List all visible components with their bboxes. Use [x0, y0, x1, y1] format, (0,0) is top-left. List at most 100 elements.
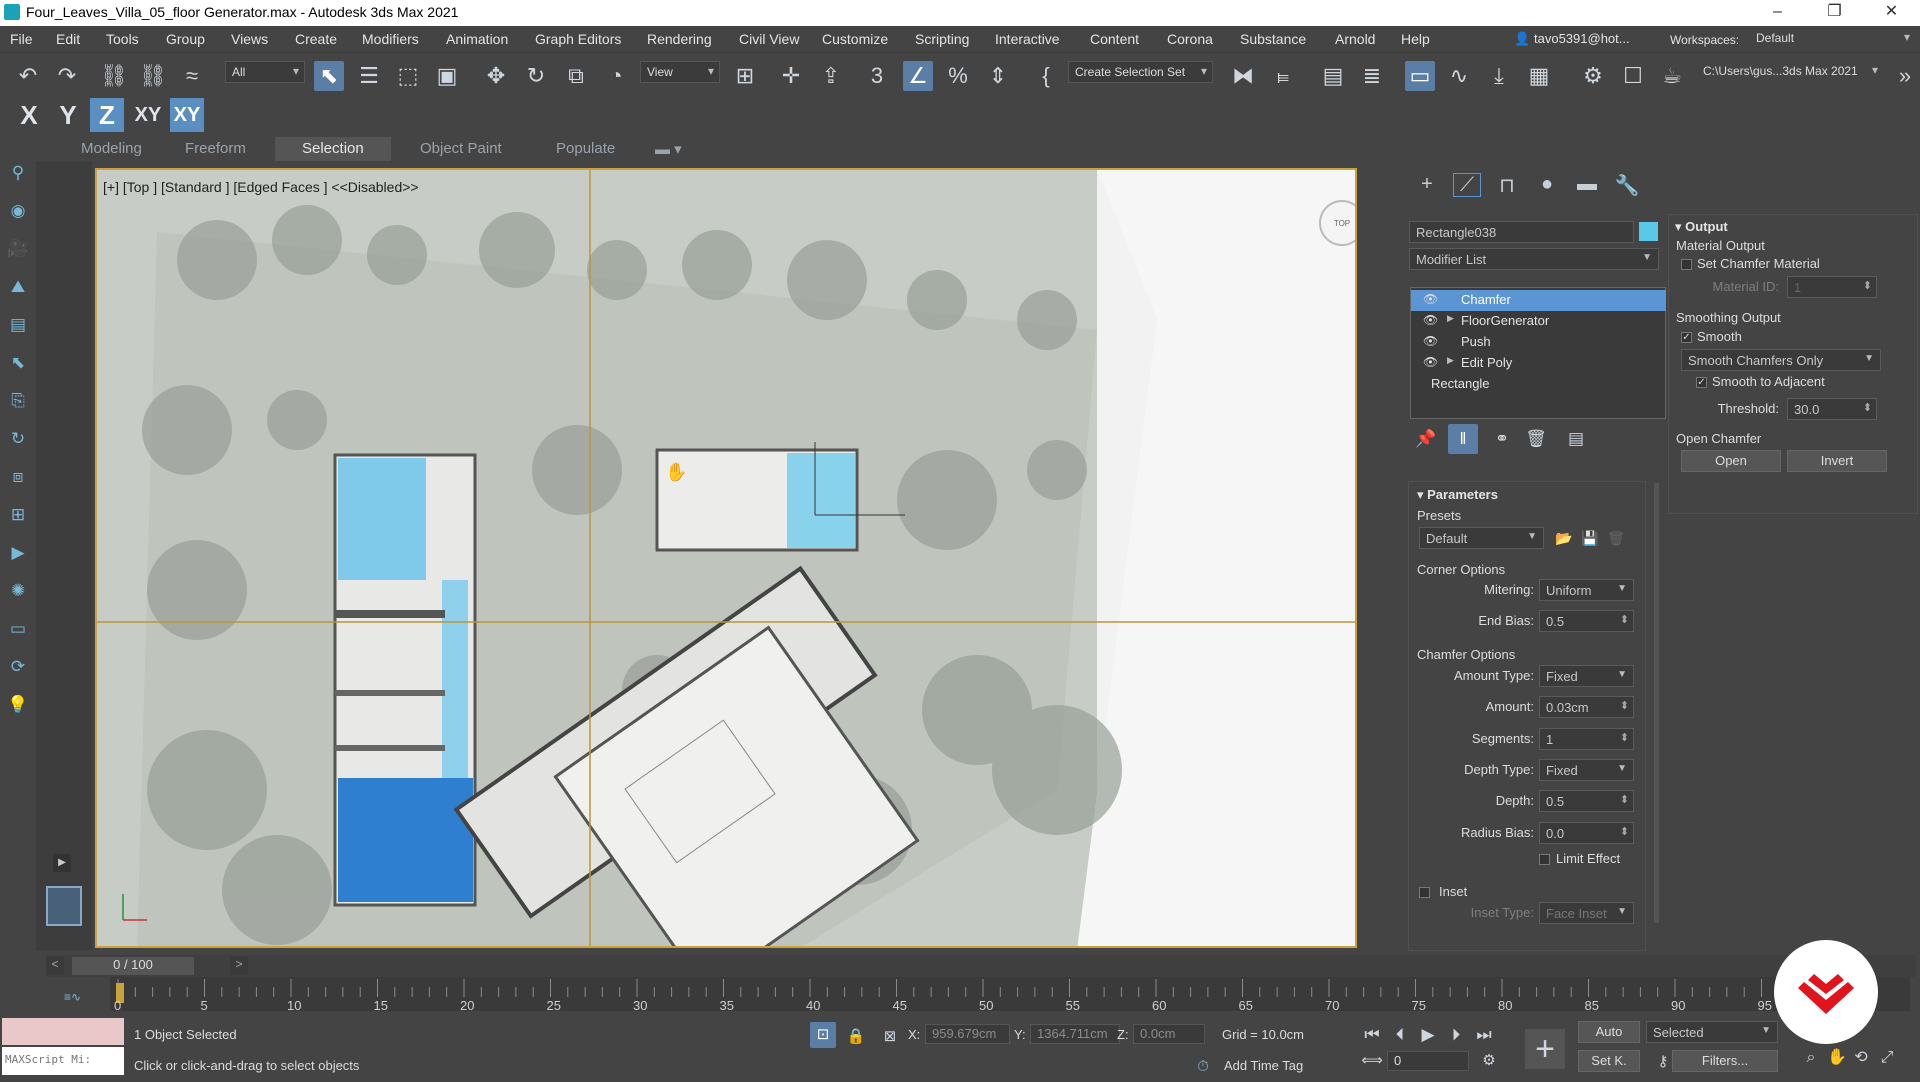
open-button[interactable]: Open: [1681, 450, 1781, 472]
menu-graph-editors[interactable]: Graph Editors: [535, 31, 621, 47]
stack-item-floorgenerator[interactable]: 👁 ▶ FloorGenerator: [1411, 311, 1666, 332]
menu-civil-view[interactable]: Civil View: [739, 31, 799, 47]
rotate-view-icon[interactable]: ↻: [7, 429, 29, 451]
modify-tab-icon[interactable]: ⟋: [1453, 173, 1481, 197]
more-tools-icon[interactable]: »: [1890, 61, 1920, 91]
viewport-layout-thumbnail[interactable]: [46, 886, 82, 926]
selection-lock-icon[interactable]: 🔒: [846, 1022, 866, 1052]
menu-substance[interactable]: Substance: [1240, 31, 1306, 47]
user-account[interactable]: tavo5391@hot...: [1534, 31, 1630, 46]
select-icon[interactable]: ◉: [7, 201, 29, 223]
expand-icon[interactable]: ▶: [1447, 313, 1454, 324]
eye-icon[interactable]: 👁: [1423, 355, 1438, 369]
window-crossing-icon[interactable]: ▣: [432, 61, 462, 91]
pivot-center-icon[interactable]: ⊞: [730, 61, 760, 91]
delete-preset-icon[interactable]: 🗑: [1601, 523, 1631, 553]
align-icon[interactable]: ⫢: [1268, 61, 1298, 91]
x-coordinate-field[interactable]: 959.679cm: [925, 1024, 1010, 1044]
presets-dropdown[interactable]: Default: [1419, 527, 1544, 549]
link-icon[interactable]: ⛓: [99, 61, 129, 91]
prev-frame-icon[interactable]: ⏴: [1385, 1020, 1415, 1050]
named-selection-set-dropdown[interactable]: Create Selection Set: [1068, 61, 1213, 83]
menu-views[interactable]: Views: [231, 31, 268, 47]
tab-modeling[interactable]: Modeling: [81, 140, 142, 157]
maxscript-mini-listener[interactable]: MAXScript Mi:: [2, 1047, 124, 1075]
select-manipulate-icon[interactable]: ✛: [776, 61, 806, 91]
placement-icon[interactable]: ◔: [601, 61, 631, 91]
render-production-icon[interactable]: ☕: [1657, 61, 1687, 91]
minimize-button[interactable]: –: [1749, 0, 1806, 26]
create-icon[interactable]: ⚲: [7, 163, 29, 185]
menu-edit[interactable]: Edit: [56, 31, 80, 47]
image-icon[interactable]: ⧈: [7, 467, 29, 489]
pin-stack-icon[interactable]: 📌: [1411, 424, 1441, 454]
populate-icon[interactable]: ⛰: [7, 277, 29, 299]
make-unique-icon[interactable]: ⚭: [1487, 424, 1517, 454]
show-end-result-icon[interactable]: ‖: [1448, 424, 1478, 454]
rectangular-selection-icon[interactable]: ⬚: [393, 61, 423, 91]
smooth-to-adjacent-checkbox[interactable]: ✓: [1696, 377, 1707, 388]
absolute-mode-icon[interactable]: ⊠: [879, 1022, 901, 1052]
tab-populate[interactable]: Populate: [556, 140, 615, 157]
menu-customize[interactable]: Customize: [822, 31, 888, 47]
configure-modifier-sets-icon[interactable]: ▤: [1561, 424, 1591, 454]
render-icon[interactable]: ▶: [7, 543, 29, 565]
track-bar[interactable]: [110, 977, 1910, 1011]
percent-snap-icon[interactable]: %: [943, 61, 973, 91]
object-color-swatch[interactable]: [1639, 222, 1658, 241]
undo-icon[interactable]: ↶: [13, 61, 43, 91]
curve-editor-icon[interactable]: ∿: [1444, 61, 1474, 91]
rotate-icon[interactable]: ↻: [521, 61, 551, 91]
clipboard-icon[interactable]: ⎘: [7, 391, 29, 413]
next-frame-icon[interactable]: ⏵: [1441, 1020, 1471, 1050]
move-icon[interactable]: ✥: [481, 61, 511, 91]
set-key-icon[interactable]: +: [1525, 1029, 1565, 1069]
menu-content[interactable]: Content: [1090, 31, 1139, 47]
menu-tools[interactable]: Tools: [106, 31, 139, 47]
camera-icon[interactable]: 🎥: [7, 239, 29, 261]
time-marker[interactable]: [116, 983, 124, 1003]
select-object-icon[interactable]: ⬉: [314, 61, 344, 91]
y-coordinate-field[interactable]: 1364.711cm: [1030, 1024, 1120, 1044]
motion-tab-icon[interactable]: ●: [1533, 173, 1561, 197]
reference-coordinate-dropdown[interactable]: View: [640, 61, 720, 83]
key-filter-dropdown[interactable]: Selected: [1646, 1021, 1778, 1043]
amount-spinner[interactable]: 0.03cm: [1539, 696, 1634, 718]
angle-snap-icon[interactable]: ∠: [903, 61, 933, 91]
scene-icon[interactable]: ▤: [7, 315, 29, 337]
unlink-icon[interactable]: ⛓: [138, 61, 168, 91]
frame-display[interactable]: 0 / 100: [72, 957, 194, 975]
depth-type-dropdown[interactable]: Fixed: [1539, 759, 1634, 781]
mitering-dropdown[interactable]: Uniform: [1539, 579, 1634, 601]
menu-corona[interactable]: Corona: [1167, 31, 1213, 47]
object-name-field[interactable]: Rectangle038: [1409, 221, 1634, 243]
scene-explorer-icon[interactable]: ▤: [1318, 61, 1348, 91]
prev-frame-arrow[interactable]: <: [46, 957, 64, 975]
maximize-viewport-icon[interactable]: ⤢: [1872, 1043, 1902, 1073]
stack-item-push[interactable]: 👁 Push: [1411, 332, 1666, 353]
next-frame-arrow[interactable]: >: [230, 957, 248, 975]
menu-help[interactable]: Help: [1401, 31, 1430, 47]
rendered-frame-window-icon[interactable]: ☐: [1618, 61, 1648, 91]
grid-icon[interactable]: ⊞: [7, 505, 29, 527]
add-time-tag[interactable]: Add Time Tag: [1224, 1058, 1303, 1073]
amount-type-dropdown[interactable]: Fixed: [1539, 665, 1634, 687]
end-bias-spinner[interactable]: 0.5: [1539, 610, 1634, 632]
smooth-mode-dropdown[interactable]: Smooth Chamfers Only: [1681, 349, 1881, 371]
eye-icon[interactable]: 👁: [1423, 313, 1438, 327]
workspace-dropdown[interactable]: Default: [1750, 28, 1915, 50]
layer-explorer-icon[interactable]: ≣: [1357, 61, 1387, 91]
output-header[interactable]: ▾ Output: [1675, 219, 1728, 235]
close-button[interactable]: ✕: [1863, 0, 1920, 26]
segments-spinner[interactable]: 1: [1539, 728, 1634, 750]
threshold-spinner[interactable]: 30.0: [1787, 398, 1877, 420]
tab-freeform[interactable]: Freeform: [185, 140, 246, 157]
display-tab-icon[interactable]: ▬: [1573, 173, 1601, 197]
snaps-toggle-icon[interactable]: 3: [862, 61, 892, 91]
viewport-top[interactable]: [+] [Top ] [Standard ] [Edged Faces ] <<…: [95, 168, 1357, 948]
toggle-ribbon-icon[interactable]: ▭: [1405, 61, 1435, 91]
inset-checkbox[interactable]: [1419, 887, 1430, 898]
schematic-view-icon[interactable]: ⤓: [1484, 61, 1514, 91]
limit-effect-checkbox[interactable]: [1539, 854, 1550, 865]
axis-plane-cycle-button[interactable]: XY: [170, 98, 204, 132]
